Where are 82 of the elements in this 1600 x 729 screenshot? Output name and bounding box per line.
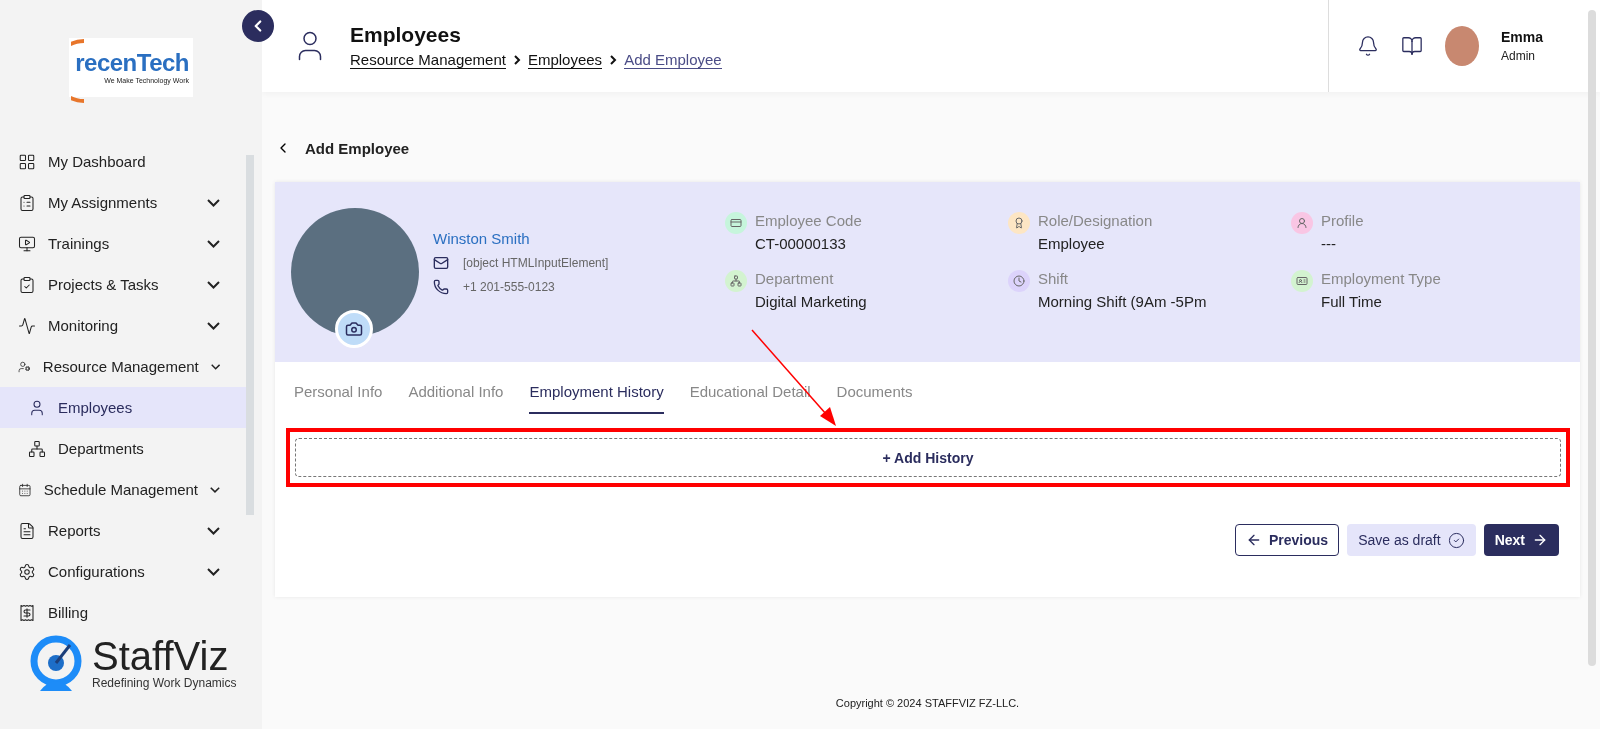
chevron-icon	[511, 55, 522, 65]
sidebar-item[interactable]: My Assignments	[0, 182, 248, 223]
field-label: Employment Type	[1321, 270, 1441, 287]
tab[interactable]: Employment History	[529, 378, 664, 414]
footer-brand-name: StaffViz	[92, 636, 230, 676]
sidebar-item[interactable]: Configurations	[0, 551, 248, 592]
nav-icon	[18, 316, 36, 335]
nav-label: Reports	[48, 522, 102, 539]
field-value: Digital Marketing	[755, 293, 867, 310]
field-value: Full Time	[1321, 293, 1383, 310]
camera-button[interactable]	[335, 310, 373, 348]
sidebar-item[interactable]: Resource Management	[0, 346, 248, 387]
employee-name[interactable]: Winston Smith	[433, 229, 725, 247]
section-title: Add Employee	[305, 139, 410, 157]
employee-phone: +1 201-555-0123	[463, 279, 555, 294]
nav-label: Billing	[48, 604, 90, 621]
nav-icon	[18, 603, 36, 622]
tab[interactable]: Documents	[836, 378, 913, 414]
sidebar-item[interactable]: Billing	[0, 592, 248, 633]
field-label: Employee Code	[755, 212, 862, 229]
previous-button[interactable]: Previous	[1235, 524, 1340, 556]
field-value: Morning Shift (9Am -5Pm	[1038, 293, 1207, 310]
avatar[interactable]	[1445, 26, 1479, 66]
nav-icon	[18, 562, 36, 581]
sidebar-item[interactable]: Reports	[0, 510, 248, 551]
nav-icon	[18, 521, 36, 540]
nav-label: Employees	[58, 399, 134, 416]
arrow-left-icon	[1246, 532, 1262, 548]
logo-name: recenTech	[75, 51, 189, 75]
add-history-button[interactable]: + Add History	[295, 438, 1561, 477]
nav-label: My Dashboard	[48, 153, 147, 170]
nav-label: Configurations	[48, 563, 146, 580]
nav-icon	[18, 152, 36, 171]
save-draft-button[interactable]: Save as draft	[1347, 524, 1476, 556]
next-button[interactable]: Next	[1483, 524, 1559, 556]
nav-icon	[28, 439, 46, 458]
nav-label: Projects & Tasks	[48, 276, 160, 293]
breadcrumb-link[interactable]: Employees	[527, 51, 603, 69]
arrow-right-icon	[1532, 532, 1548, 548]
scrollbar[interactable]	[1588, 10, 1596, 666]
field-label: Shift	[1038, 270, 1069, 287]
sidebar-item[interactable]: Monitoring	[0, 305, 248, 346]
field-value: ---	[1321, 235, 1337, 252]
nav-label: Departments	[58, 440, 145, 457]
check-circle-icon	[1447, 531, 1465, 549]
nav-icon	[18, 234, 36, 253]
nav-icon	[28, 398, 46, 417]
page-title: Employees	[350, 23, 462, 47]
sidebar-item[interactable]: My Dashboard	[0, 141, 248, 182]
mail-icon	[433, 254, 449, 271]
employee-email: [object HTMLInputElement]	[463, 255, 609, 270]
camera-icon	[345, 320, 363, 338]
sidebar-item[interactable]: Schedule Management	[0, 469, 248, 510]
book-icon[interactable]	[1401, 35, 1423, 57]
nav-icon	[18, 193, 36, 212]
footer-tagline: Redefining Work Dynamics	[92, 676, 237, 690]
nav-label: Resource Management	[42, 358, 199, 375]
copyright-text: Copyright © 2024 STAFFVIZ FZ-LLC.	[834, 697, 1021, 709]
tab[interactable]: Additional Info	[408, 378, 504, 414]
breadcrumb-link[interactable]: Add Employee	[624, 51, 722, 69]
sidebar-item[interactable]: Departments	[0, 428, 248, 469]
scrollbar[interactable]	[246, 155, 254, 515]
field-label: Profile	[1321, 212, 1364, 229]
chevron-icon	[608, 55, 619, 65]
phone-icon	[433, 278, 449, 295]
nav-label: Schedule Management	[43, 481, 199, 498]
breadcrumb-link[interactable]: Resource Management	[350, 51, 506, 69]
tab[interactable]: Personal Info	[294, 378, 383, 414]
nav-label: Trainings	[48, 235, 111, 252]
nav-label: Monitoring	[48, 317, 120, 334]
bell-icon[interactable]	[1357, 35, 1379, 57]
user-name: Emma	[1501, 29, 1544, 45]
field-value: Employee	[1038, 235, 1106, 252]
nav-icon	[18, 275, 36, 294]
field-label: Department	[755, 270, 835, 287]
sidebar-item[interactable]: Employees	[0, 387, 248, 428]
sidebar-item[interactable]: Projects & Tasks	[0, 264, 248, 305]
field-value: CT-00000133	[755, 235, 847, 252]
user-role: Admin	[1501, 49, 1536, 63]
nav-label: My Assignments	[48, 194, 159, 211]
sidebar-item[interactable]: Trainings	[0, 223, 248, 264]
field-label: Role/Designation	[1038, 212, 1153, 229]
